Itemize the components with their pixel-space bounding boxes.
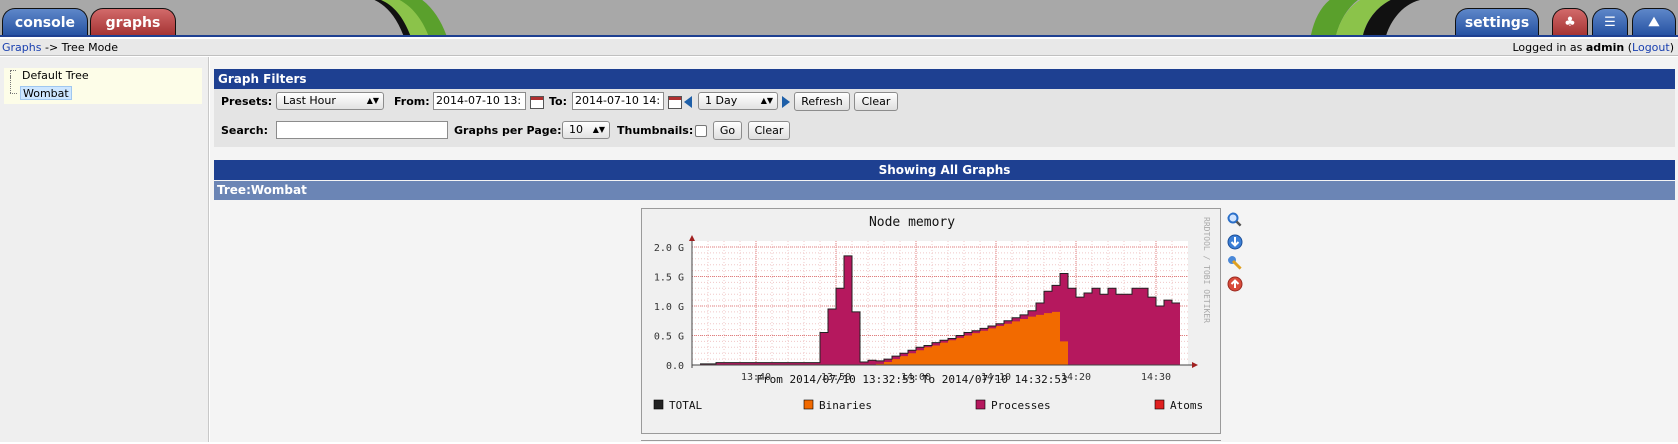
tab-tree-view[interactable]: ♣	[1552, 8, 1588, 35]
presets-value: Last Hour	[283, 94, 336, 107]
chart-watermark: RRDTOOL / TOBI OETIKER	[1202, 217, 1211, 323]
export-icon[interactable]	[1227, 234, 1243, 250]
shift-right-icon[interactable]	[782, 96, 790, 108]
tab-settings[interactable]: settings	[1455, 8, 1539, 35]
legend-swatch	[1154, 399, 1165, 410]
graphs-per-page-select[interactable]: 10 ▲▼	[562, 121, 610, 139]
refresh-button[interactable]: Refresh	[794, 92, 850, 111]
legend-label: TOTAL	[669, 399, 702, 412]
select-arrow-icon: ▲▼	[592, 125, 605, 134]
select-arrow-icon: ▲▼	[760, 96, 773, 105]
next-graph-edge	[641, 440, 1221, 444]
tab-console[interactable]: console	[2, 8, 88, 35]
graphs-per-page-value: 10	[569, 123, 583, 136]
filter-row-2: Search: Graphs per Page: 10 ▲▼ Thumbnails…	[214, 121, 1675, 143]
search-input[interactable]	[276, 121, 448, 139]
decorative-banner-right	[1270, 0, 1420, 35]
tree-icon: ♣	[1564, 15, 1576, 30]
tree-item-wombat[interactable]: Wombat	[20, 86, 72, 100]
graph-filters: Graph Filters Presets: Last Hour ▲▼ From:…	[214, 69, 1675, 147]
legend-swatch	[975, 399, 986, 410]
go-button[interactable]: Go	[713, 121, 742, 140]
x-tick-label: 14:30	[1141, 372, 1171, 383]
zoom-icon[interactable]	[1227, 212, 1243, 228]
tree-connector-h	[10, 93, 17, 94]
presets-select[interactable]: Last Hour ▲▼	[276, 92, 384, 110]
tab-preview-view[interactable]: ⛰	[1632, 8, 1676, 35]
clear-search-button[interactable]: Clear	[748, 121, 790, 140]
thumbnails-checkbox[interactable]	[695, 125, 707, 137]
list-icon: ☰	[1604, 15, 1616, 30]
legend-label: Atoms	[1170, 399, 1203, 412]
timespan-select[interactable]: 1 Day ▲▼	[698, 92, 778, 110]
legend-label: Binaries	[819, 399, 872, 412]
to-calendar-icon[interactable]	[668, 96, 682, 109]
breadcrumb: Graphs -> Tree Mode	[2, 39, 118, 56]
showing-all-graphs-header: Showing All Graphs	[214, 160, 1675, 180]
legend-swatch	[653, 399, 664, 410]
tree-item-default-tree[interactable]: Default Tree	[20, 69, 91, 83]
login-status: Logged in as admin (Logout)	[1512, 39, 1674, 56]
logout-close: )	[1669, 41, 1674, 54]
y-tick-label: 1.0 G	[654, 302, 684, 313]
logout-link[interactable]: Logout	[1632, 41, 1670, 54]
clear-button[interactable]: Clear	[854, 92, 898, 111]
tree-header-prefix: Tree:	[217, 183, 251, 197]
graph-node-memory[interactable]: 0.0 0.5 G 1.0 G 1.5 G 2.0 G 13:40 13:50 14:00 14…	[641, 208, 1221, 434]
breadcrumb-current: -> Tree Mode	[41, 41, 119, 54]
filter-row-1: Presets: Last Hour ▲▼ From: 2014-07-10 13…	[214, 92, 1675, 114]
graph-filters-title: Graph Filters	[214, 69, 1675, 89]
y-axis-arrow	[689, 235, 695, 241]
thumbnails-label: Thumbnails:	[617, 124, 694, 137]
username: admin	[1585, 41, 1625, 54]
x-axis-arrow	[1192, 362, 1198, 368]
select-arrow-icon: ▲▼	[366, 96, 379, 105]
from-label: From:	[394, 95, 430, 108]
search-label: Search:	[221, 124, 268, 137]
graphs-per-page-label: Graphs per Page:	[454, 124, 562, 137]
chart-svg: 0.00.5 G1.0 G1.5 G2.0 G13:40 13:50 14:00 14…	[653, 215, 1211, 412]
remove-icon[interactable]	[1227, 276, 1243, 292]
y-tick-label: 2.0 G	[654, 243, 684, 254]
top-nav-bar: console graphs settings ♣ ☰ ⛰	[0, 0, 1678, 37]
edit-icon[interactable]	[1227, 255, 1243, 271]
presets-label: Presets:	[221, 95, 273, 108]
graph-actions	[1225, 212, 1245, 292]
legend-swatch	[803, 399, 814, 410]
tree-connector-v	[10, 75, 16, 93]
preview-icon: ⛰	[1648, 15, 1660, 30]
tree-header: Tree:Wombat	[214, 181, 1675, 200]
tab-list-view[interactable]: ☰	[1592, 8, 1628, 35]
main-content: Graph Filters Presets: Last Hour ▲▼ From:…	[210, 57, 1678, 442]
to-date-input[interactable]: 2014-07-10 14:	[572, 92, 664, 110]
tab-graphs[interactable]: graphs	[90, 8, 176, 35]
legend-label: Processes	[991, 399, 1051, 412]
decorative-banner-left	[330, 0, 480, 35]
from-calendar-icon[interactable]	[530, 96, 544, 109]
tree-panel: Default Tree Wombat	[0, 57, 209, 442]
to-label: To:	[549, 95, 567, 108]
timespan-value: 1 Day	[705, 94, 738, 107]
breadcrumb-bar: Graphs -> Tree Mode Logged in as admin (…	[0, 39, 1678, 56]
login-prefix: Logged in as	[1512, 41, 1586, 54]
shift-left-icon[interactable]	[684, 96, 692, 108]
tree-header-name: Wombat	[250, 183, 307, 197]
y-tick-label: 0.0	[666, 361, 684, 372]
logout-open: (	[1624, 41, 1633, 54]
from-date-input[interactable]: 2014-07-10 13:	[433, 92, 526, 110]
y-tick-label: 0.5 G	[654, 332, 684, 343]
chart-subtitle: From 2014/07/10 13:32:53 To 2014/07/10 1…	[756, 373, 1067, 386]
breadcrumb-graphs-link[interactable]: Graphs	[2, 41, 41, 54]
chart-title: Node memory	[869, 215, 955, 230]
tree-list: Default Tree Wombat	[4, 68, 202, 104]
y-tick-label: 1.5 G	[654, 273, 684, 284]
